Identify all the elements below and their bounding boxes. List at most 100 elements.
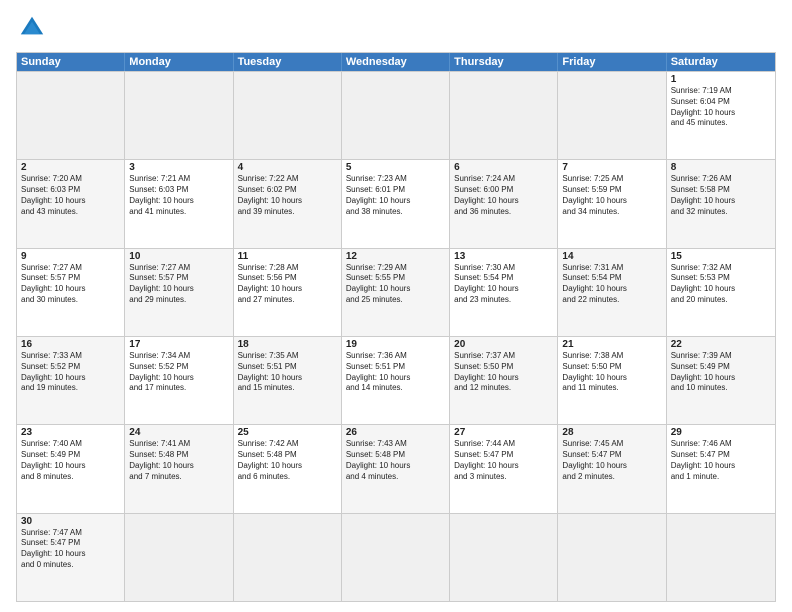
page: SundayMondayTuesdayWednesdayThursdayFrid… (0, 0, 792, 612)
sun-info: Sunrise: 7:39 AM Sunset: 5:49 PM Dayligh… (671, 351, 771, 394)
calendar-row-0: 1Sunrise: 7:19 AM Sunset: 6:04 PM Daylig… (17, 71, 775, 159)
sun-info: Sunrise: 7:27 AM Sunset: 5:57 PM Dayligh… (21, 263, 120, 306)
header (16, 12, 776, 44)
calendar-cell (234, 72, 342, 159)
calendar-cell: 7Sunrise: 7:25 AM Sunset: 5:59 PM Daylig… (558, 160, 666, 247)
sun-info: Sunrise: 7:22 AM Sunset: 6:02 PM Dayligh… (238, 174, 337, 217)
calendar-cell (125, 514, 233, 601)
day-number: 21 (562, 339, 661, 350)
calendar-cell: 4Sunrise: 7:22 AM Sunset: 6:02 PM Daylig… (234, 160, 342, 247)
calendar-cell: 11Sunrise: 7:28 AM Sunset: 5:56 PM Dayli… (234, 249, 342, 336)
weekday-header-wednesday: Wednesday (342, 53, 450, 71)
calendar-cell: 28Sunrise: 7:45 AM Sunset: 5:47 PM Dayli… (558, 425, 666, 512)
sun-info: Sunrise: 7:47 AM Sunset: 5:47 PM Dayligh… (21, 528, 120, 571)
sun-info: Sunrise: 7:35 AM Sunset: 5:51 PM Dayligh… (238, 351, 337, 394)
sun-info: Sunrise: 7:31 AM Sunset: 5:54 PM Dayligh… (562, 263, 661, 306)
calendar-cell (17, 72, 125, 159)
calendar-cell: 10Sunrise: 7:27 AM Sunset: 5:57 PM Dayli… (125, 249, 233, 336)
calendar-cell: 18Sunrise: 7:35 AM Sunset: 5:51 PM Dayli… (234, 337, 342, 424)
calendar-cell (450, 72, 558, 159)
sun-info: Sunrise: 7:36 AM Sunset: 5:51 PM Dayligh… (346, 351, 445, 394)
day-number: 27 (454, 427, 553, 438)
logo-icon (16, 12, 48, 44)
calendar-cell (667, 514, 775, 601)
day-number: 10 (129, 251, 228, 262)
sun-info: Sunrise: 7:25 AM Sunset: 5:59 PM Dayligh… (562, 174, 661, 217)
sun-info: Sunrise: 7:40 AM Sunset: 5:49 PM Dayligh… (21, 439, 120, 482)
calendar-cell: 25Sunrise: 7:42 AM Sunset: 5:48 PM Dayli… (234, 425, 342, 512)
sun-info: Sunrise: 7:43 AM Sunset: 5:48 PM Dayligh… (346, 439, 445, 482)
day-number: 3 (129, 162, 228, 173)
day-number: 8 (671, 162, 771, 173)
day-number: 17 (129, 339, 228, 350)
day-number: 9 (21, 251, 120, 262)
calendar-cell: 22Sunrise: 7:39 AM Sunset: 5:49 PM Dayli… (667, 337, 775, 424)
day-number: 16 (21, 339, 120, 350)
calendar-row-2: 9Sunrise: 7:27 AM Sunset: 5:57 PM Daylig… (17, 248, 775, 336)
sun-info: Sunrise: 7:19 AM Sunset: 6:04 PM Dayligh… (671, 86, 771, 129)
calendar-header: SundayMondayTuesdayWednesdayThursdayFrid… (17, 53, 775, 71)
sun-info: Sunrise: 7:29 AM Sunset: 5:55 PM Dayligh… (346, 263, 445, 306)
weekday-header-friday: Friday (558, 53, 666, 71)
day-number: 11 (238, 251, 337, 262)
calendar-cell: 17Sunrise: 7:34 AM Sunset: 5:52 PM Dayli… (125, 337, 233, 424)
calendar-cell: 20Sunrise: 7:37 AM Sunset: 5:50 PM Dayli… (450, 337, 558, 424)
weekday-header-sunday: Sunday (17, 53, 125, 71)
calendar-row-5: 30Sunrise: 7:47 AM Sunset: 5:47 PM Dayli… (17, 513, 775, 601)
sun-info: Sunrise: 7:24 AM Sunset: 6:00 PM Dayligh… (454, 174, 553, 217)
day-number: 14 (562, 251, 661, 262)
day-number: 12 (346, 251, 445, 262)
day-number: 26 (346, 427, 445, 438)
calendar: SundayMondayTuesdayWednesdayThursdayFrid… (16, 52, 776, 602)
calendar-cell: 2Sunrise: 7:20 AM Sunset: 6:03 PM Daylig… (17, 160, 125, 247)
sun-info: Sunrise: 7:20 AM Sunset: 6:03 PM Dayligh… (21, 174, 120, 217)
day-number: 18 (238, 339, 337, 350)
day-number: 20 (454, 339, 553, 350)
sun-info: Sunrise: 7:28 AM Sunset: 5:56 PM Dayligh… (238, 263, 337, 306)
weekday-header-tuesday: Tuesday (234, 53, 342, 71)
calendar-cell: 3Sunrise: 7:21 AM Sunset: 6:03 PM Daylig… (125, 160, 233, 247)
sun-info: Sunrise: 7:41 AM Sunset: 5:48 PM Dayligh… (129, 439, 228, 482)
day-number: 30 (21, 516, 120, 527)
calendar-cell: 6Sunrise: 7:24 AM Sunset: 6:00 PM Daylig… (450, 160, 558, 247)
sun-info: Sunrise: 7:26 AM Sunset: 5:58 PM Dayligh… (671, 174, 771, 217)
day-number: 22 (671, 339, 771, 350)
day-number: 5 (346, 162, 445, 173)
calendar-cell (558, 72, 666, 159)
sun-info: Sunrise: 7:46 AM Sunset: 5:47 PM Dayligh… (671, 439, 771, 482)
day-number: 13 (454, 251, 553, 262)
calendar-cell: 27Sunrise: 7:44 AM Sunset: 5:47 PM Dayli… (450, 425, 558, 512)
weekday-header-monday: Monday (125, 53, 233, 71)
weekday-header-saturday: Saturday (667, 53, 775, 71)
day-number: 25 (238, 427, 337, 438)
calendar-cell (450, 514, 558, 601)
sun-info: Sunrise: 7:32 AM Sunset: 5:53 PM Dayligh… (671, 263, 771, 306)
calendar-cell (125, 72, 233, 159)
calendar-cell (234, 514, 342, 601)
calendar-cell: 12Sunrise: 7:29 AM Sunset: 5:55 PM Dayli… (342, 249, 450, 336)
sun-info: Sunrise: 7:34 AM Sunset: 5:52 PM Dayligh… (129, 351, 228, 394)
logo (16, 12, 52, 44)
calendar-cell: 16Sunrise: 7:33 AM Sunset: 5:52 PM Dayli… (17, 337, 125, 424)
calendar-cell (558, 514, 666, 601)
sun-info: Sunrise: 7:38 AM Sunset: 5:50 PM Dayligh… (562, 351, 661, 394)
calendar-cell: 26Sunrise: 7:43 AM Sunset: 5:48 PM Dayli… (342, 425, 450, 512)
day-number: 2 (21, 162, 120, 173)
day-number: 23 (21, 427, 120, 438)
sun-info: Sunrise: 7:33 AM Sunset: 5:52 PM Dayligh… (21, 351, 120, 394)
calendar-cell: 5Sunrise: 7:23 AM Sunset: 6:01 PM Daylig… (342, 160, 450, 247)
sun-info: Sunrise: 7:45 AM Sunset: 5:47 PM Dayligh… (562, 439, 661, 482)
calendar-cell: 30Sunrise: 7:47 AM Sunset: 5:47 PM Dayli… (17, 514, 125, 601)
day-number: 15 (671, 251, 771, 262)
day-number: 1 (671, 74, 771, 85)
calendar-cell (342, 72, 450, 159)
calendar-cell: 29Sunrise: 7:46 AM Sunset: 5:47 PM Dayli… (667, 425, 775, 512)
sun-info: Sunrise: 7:27 AM Sunset: 5:57 PM Dayligh… (129, 263, 228, 306)
day-number: 24 (129, 427, 228, 438)
calendar-cell: 9Sunrise: 7:27 AM Sunset: 5:57 PM Daylig… (17, 249, 125, 336)
calendar-cell: 14Sunrise: 7:31 AM Sunset: 5:54 PM Dayli… (558, 249, 666, 336)
sun-info: Sunrise: 7:23 AM Sunset: 6:01 PM Dayligh… (346, 174, 445, 217)
sun-info: Sunrise: 7:44 AM Sunset: 5:47 PM Dayligh… (454, 439, 553, 482)
day-number: 7 (562, 162, 661, 173)
calendar-cell: 21Sunrise: 7:38 AM Sunset: 5:50 PM Dayli… (558, 337, 666, 424)
